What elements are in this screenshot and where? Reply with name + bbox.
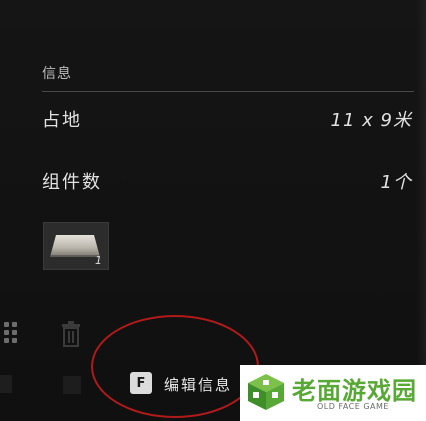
tool-slot-icon[interactable] [63, 376, 81, 394]
green-cube-logo-icon [248, 374, 284, 410]
watermark-name: 老面游戏园 [292, 377, 417, 405]
grid-dots-icon[interactable] [4, 322, 18, 346]
footprint-label: 占地 [42, 110, 82, 131]
component-count-label: 组件数 [42, 172, 102, 193]
side-tool-icon[interactable] [0, 375, 12, 393]
section-title: 信息 [42, 66, 72, 82]
component-count-value: 1个 [380, 172, 412, 193]
watermark-logo: 老面游戏园 OLD FACE GAME [240, 365, 426, 421]
info-panel: 信息 占地 11 x 9米 组件数 1个 1 F 编辑信息 老面游戏园 OLD … [0, 0, 426, 421]
edit-info-button[interactable]: 编辑信息 [164, 374, 232, 395]
stone-slab-icon [50, 235, 100, 257]
edit-info-key-icon[interactable]: F [130, 372, 152, 394]
highlight-circle [91, 315, 259, 418]
section-divider [42, 91, 414, 92]
trash-icon[interactable] [60, 320, 82, 348]
component-item-card[interactable]: 1 [43, 222, 109, 270]
watermark-subtitle: OLD FACE GAME [317, 402, 389, 411]
component-item-count: 1 [95, 254, 102, 267]
panel-edge-shadow [416, 0, 426, 421]
footprint-value: 11 x 9米 [330, 110, 412, 131]
